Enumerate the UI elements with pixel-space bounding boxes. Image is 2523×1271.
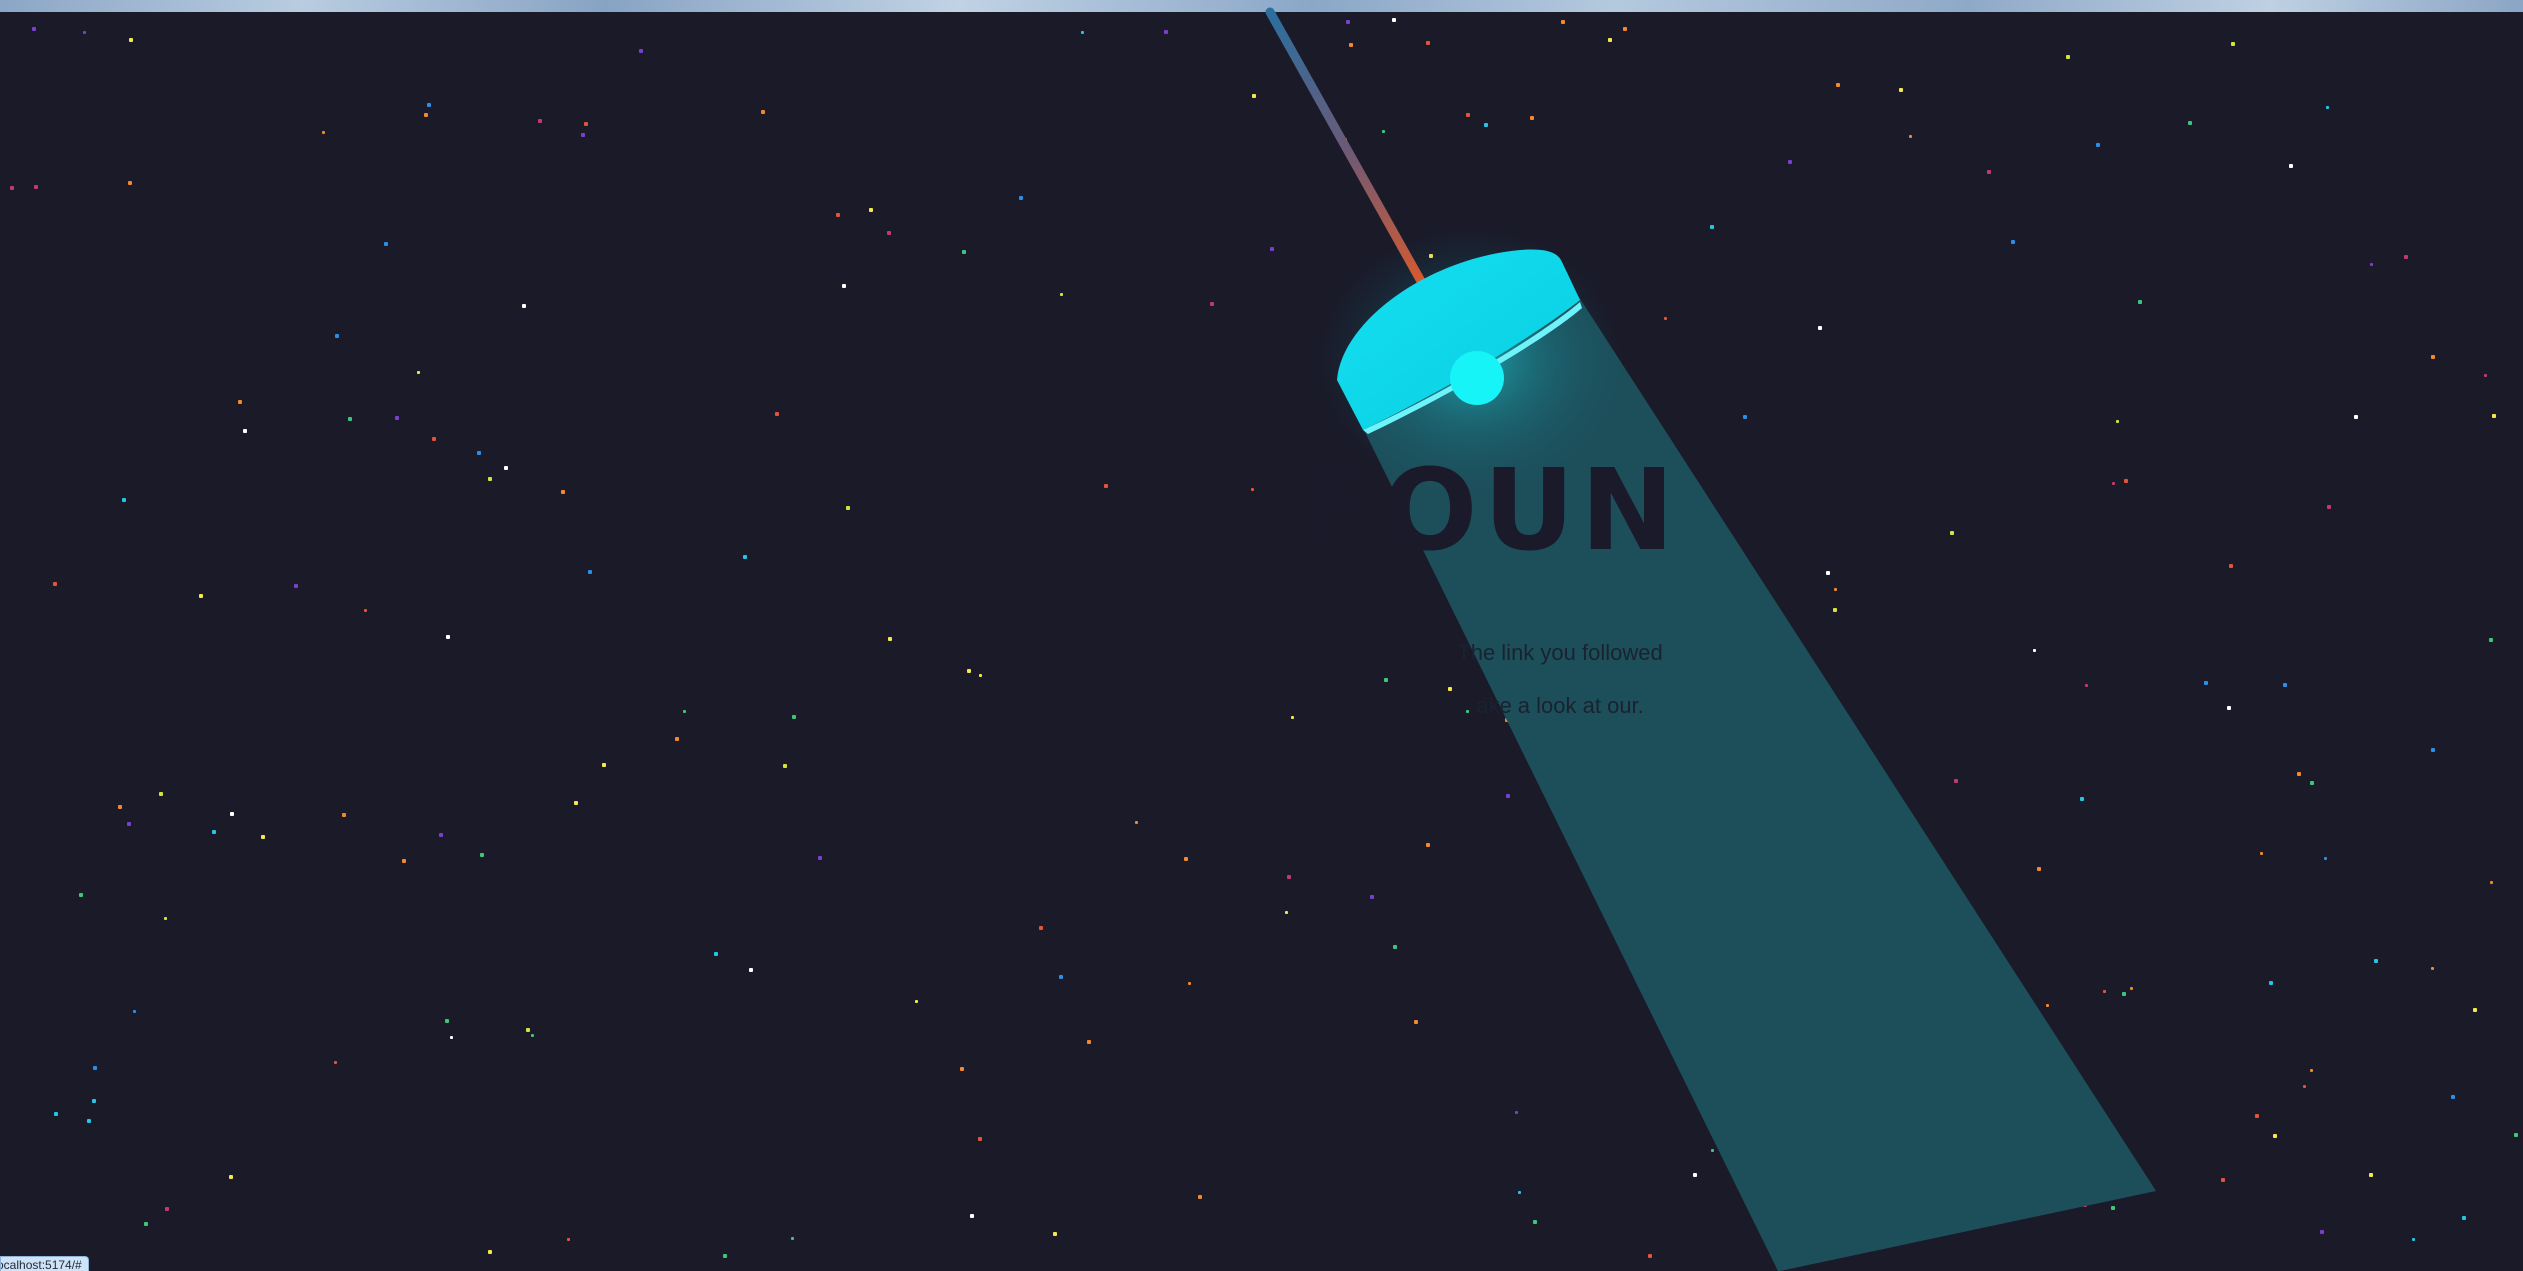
error-heading: FOUN [1299, 446, 1681, 576]
error-message-line-1: The link you followed [1457, 640, 1663, 665]
page-canvas: FOUN The link you followed ake a look at… [0, 0, 2523, 1271]
error-message-line-2: ake a look at our. [1476, 693, 1644, 718]
light-bulb-icon [1450, 351, 1504, 405]
status-bar-link-preview: ocalhost:5174/# [0, 1256, 89, 1271]
lamp-illustration [1265, 7, 2156, 1271]
lamp-cord [1265, 7, 1427, 288]
